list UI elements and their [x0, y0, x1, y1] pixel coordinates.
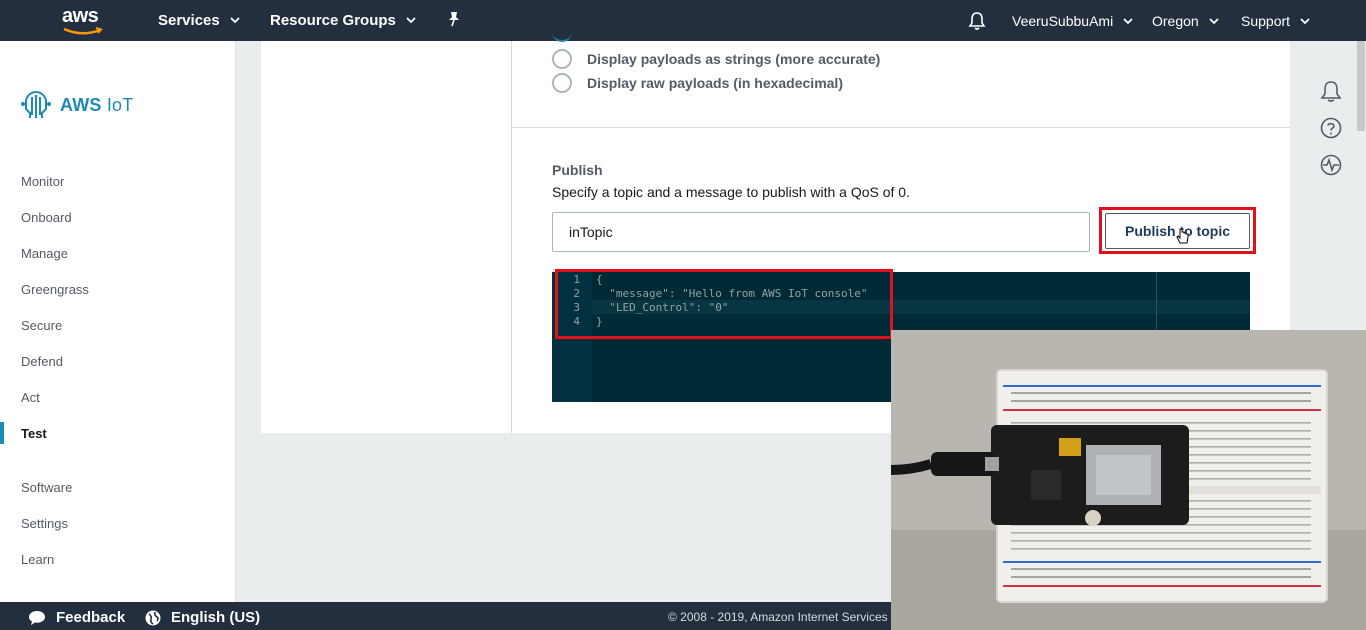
language-label: English (US): [171, 609, 261, 626]
support-label: Support: [1241, 13, 1291, 29]
radio-button[interactable]: [552, 49, 572, 69]
aws-smile-icon: [63, 27, 103, 35]
editor-print-margin: [1156, 272, 1157, 330]
radio-partial-hidden: [552, 30, 572, 42]
section-divider: [512, 127, 1290, 128]
pin-icon[interactable]: [447, 11, 461, 27]
copyright-text: © 2008 - 2019, Amazon Internet Services: [668, 610, 888, 624]
sidebar-item-act[interactable]: Act: [21, 390, 40, 405]
payload-option-label: Display payloads as strings (more accura…: [587, 51, 881, 67]
feedback-link[interactable]: Feedback: [28, 609, 125, 626]
sidebar-item-monitor[interactable]: Monitor: [21, 174, 64, 189]
payload-option-strings[interactable]: Display payloads as strings (more accura…: [552, 49, 880, 69]
iot-logo-icon: [21, 91, 51, 118]
chevron-down-icon: [406, 17, 416, 24]
help-icon[interactable]: [1320, 117, 1342, 139]
webcam-overlay: [891, 330, 1366, 630]
payload-option-label: Display raw payloads (in hexadecimal): [587, 75, 843, 91]
top-navigation-bar: aws Services Resource Groups VeeruSubbuA…: [0, 0, 1366, 41]
services-label: Services: [158, 12, 220, 29]
resource-groups-label: Resource Groups: [270, 12, 396, 29]
account-label: VeeruSubbuAmi: [1012, 13, 1114, 29]
account-menu[interactable]: VeeruSubbuAmi: [1012, 13, 1133, 29]
sidebar-item-software[interactable]: Software: [21, 480, 72, 495]
region-label: Oregon: [1152, 13, 1199, 29]
radio-selected-partial[interactable]: [552, 30, 572, 42]
radio-button[interactable]: [552, 73, 572, 93]
notifications-icon[interactable]: [1320, 80, 1342, 102]
feedback-label: Feedback: [56, 609, 126, 626]
globe-icon: [145, 610, 161, 625]
aws-iot-brand[interactable]: AWS IoT: [20, 89, 133, 121]
breadboard-photo: [891, 330, 1366, 630]
topic-input[interactable]: [552, 212, 1090, 252]
publish-section-title: Publish: [552, 162, 603, 178]
sidebar-item-onboard[interactable]: Onboard: [21, 210, 72, 225]
highlight-box-code: [555, 269, 893, 339]
scrollbar-thumb[interactable]: [1357, 41, 1365, 131]
services-menu[interactable]: Services: [158, 12, 240, 29]
hand-cursor-icon: [1176, 228, 1189, 244]
active-indicator: [0, 422, 4, 444]
aws-logo[interactable]: aws: [60, 5, 106, 35]
sidebar-item-manage[interactable]: Manage: [21, 246, 68, 261]
brand-label: AWS IoT: [60, 95, 133, 116]
brand-name: AWS: [60, 94, 102, 115]
payload-option-raw[interactable]: Display raw payloads (in hexadecimal): [552, 73, 843, 93]
chevron-down-icon: [1123, 17, 1133, 24]
aws-logo-text: aws: [62, 5, 99, 27]
sidebar-item-settings[interactable]: Settings: [21, 516, 68, 531]
panel-divider: [511, 41, 512, 433]
notifications-bell-icon[interactable]: [968, 11, 986, 31]
sidebar-item-test[interactable]: Test: [21, 426, 47, 441]
chevron-down-icon: [230, 17, 240, 24]
activity-pulse-icon[interactable]: [1320, 154, 1342, 176]
support-menu[interactable]: Support: [1241, 13, 1310, 29]
sidebar-item-learn[interactable]: Learn: [21, 552, 54, 567]
publish-description: Specify a topic and a message to publish…: [552, 184, 910, 200]
sidebar-item-secure[interactable]: Secure: [21, 318, 62, 333]
region-menu[interactable]: Oregon: [1152, 13, 1219, 29]
speech-bubble-icon: [29, 610, 45, 625]
resource-groups-menu[interactable]: Resource Groups: [270, 12, 416, 29]
brand-suffix: IoT: [106, 94, 134, 115]
chevron-down-icon: [1209, 17, 1219, 24]
sidebar-item-defend[interactable]: Defend: [21, 354, 63, 369]
sidebar-item-greengrass[interactable]: Greengrass: [21, 282, 89, 297]
language-selector[interactable]: English (US): [145, 609, 260, 626]
chevron-down-icon: [1300, 17, 1310, 24]
